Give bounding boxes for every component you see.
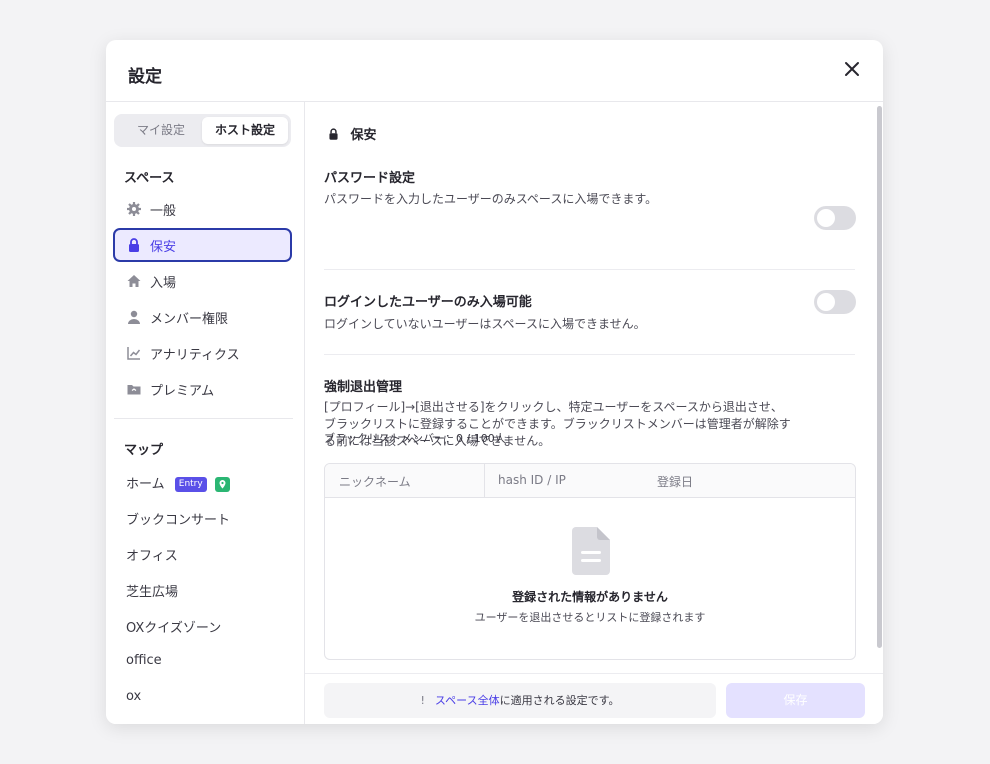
sidebar-item-label: プレミアム <box>150 384 215 399</box>
toggle-knob <box>817 209 835 227</box>
sidebar-item-analytics[interactable]: アナリティクス <box>113 336 292 370</box>
info-icon: ! <box>420 694 425 707</box>
table-header: ニックネーム hash ID / IP 登録日 <box>325 464 855 498</box>
password-setting-title: パスワード設定 <box>324 171 416 186</box>
folder-icon <box>127 385 141 395</box>
lock-icon <box>329 128 338 140</box>
tab-host-settings[interactable]: ホスト設定 <box>202 117 288 144</box>
page-title: 保安 <box>327 124 377 143</box>
column-header-hash-id: hash ID / IP <box>498 473 566 487</box>
login-only-desc: ログインしていないユーザーはスペースに入場できません。 <box>324 317 646 331</box>
close-button[interactable] <box>841 58 863 80</box>
scrollbar[interactable] <box>877 106 882 648</box>
password-setting-desc: パスワードを入力したユーザーのみスペースに入場できます。 <box>324 192 658 206</box>
map-item-office-jp[interactable]: オフィス <box>126 545 178 564</box>
map-pin-icon <box>219 480 226 489</box>
tab-my-settings[interactable]: マイ設定 <box>118 117 204 144</box>
empty-state-title: 登録された情報がありません <box>512 590 668 604</box>
sidebar-item-label: アナリティクス <box>150 348 240 363</box>
column-header-nickname: ニックネーム <box>339 475 411 489</box>
login-only-title: ログインしたユーザーのみ入場可能 <box>324 295 532 310</box>
modal-title: 設定 <box>128 67 162 87</box>
map-item-home[interactable]: ホーム Entry <box>126 473 230 492</box>
sidebar-item-member-permissions[interactable]: メンバー権限 <box>113 300 292 334</box>
lock-icon <box>129 238 139 252</box>
notice-text: に適用される設定です。 <box>499 694 620 707</box>
modal-footer: ! スペース全体に適用される設定です。 保存 <box>305 673 883 724</box>
map-item-label: ホーム <box>126 477 165 492</box>
scope-notice: ! スペース全体に適用される設定です。 <box>324 683 716 718</box>
sidebar-item-label: メンバー権限 <box>150 312 229 327</box>
chart-icon <box>127 347 141 360</box>
blacklist-count: ブラックリストメンバー：0 / 100人 <box>324 432 506 445</box>
kick-management-title: 強制退出管理 <box>324 380 403 395</box>
map-pin-badge <box>214 477 230 492</box>
sidebar-item-security[interactable]: 保安 <box>113 228 292 262</box>
entry-badge: Entry <box>174 477 207 492</box>
map-item-office[interactable]: office <box>126 653 162 668</box>
divider <box>324 269 855 270</box>
space-wide-link[interactable]: スペース全体 <box>435 694 500 707</box>
map-section-title: マップ <box>124 443 164 458</box>
password-toggle[interactable] <box>814 206 856 230</box>
map-item-ox[interactable]: ox <box>126 689 141 704</box>
settings-modal: 設定 マイ設定 ホスト設定 スペース 一般 保安 入場 メンバー権限 アナリティ… <box>106 40 883 724</box>
empty-state-desc: ユーザーを退出させるとリストに登録されます <box>474 611 706 624</box>
divider <box>324 354 855 355</box>
settings-scope-switch: マイ設定 ホスト設定 <box>114 114 291 147</box>
page-title-text: 保安 <box>350 128 377 143</box>
sidebar-item-label: 保安 <box>150 240 177 255</box>
save-button[interactable]: 保存 <box>726 683 865 718</box>
home-icon <box>127 275 141 287</box>
modal-header: 設定 <box>106 40 883 102</box>
login-only-toggle[interactable] <box>814 290 856 314</box>
sidebar-item-premium[interactable]: プレミアム <box>113 372 292 406</box>
sidebar-item-label: 入場 <box>150 276 177 291</box>
settings-main-panel: 保安 パスワード設定 パスワードを入力したユーザーのみスペースに入場できます。 … <box>305 102 883 724</box>
blacklist-table: ニックネーム hash ID / IP 登録日 登録された情報がありません ユー… <box>324 463 856 660</box>
map-item-book-concert[interactable]: ブックコンサート <box>126 509 230 528</box>
gear-icon <box>127 202 141 216</box>
toggle-knob <box>817 293 835 311</box>
sidebar-divider <box>114 418 293 419</box>
kick-desc-line: [プロフィール]→[退出させる]をクリックし、特定ユーザーをスペースから退出させ… <box>324 400 783 414</box>
sidebar-item-general[interactable]: 一般 <box>113 192 292 226</box>
user-icon <box>128 310 140 324</box>
close-icon <box>845 62 859 76</box>
map-item-lawn-plaza[interactable]: 芝生広場 <box>126 581 178 600</box>
sidebar: マイ設定 ホスト設定 スペース 一般 保安 入場 メンバー権限 アナリティクス … <box>106 102 305 724</box>
space-section-title: スペース <box>124 171 175 186</box>
column-header-date: 登録日 <box>657 475 694 489</box>
column-divider <box>484 464 485 497</box>
map-item-ox-quiz-zone[interactable]: OXクイズゾーン <box>126 617 221 636</box>
sidebar-item-entry[interactable]: 入場 <box>113 264 292 298</box>
document-icon <box>572 527 610 575</box>
sidebar-item-label: 一般 <box>150 204 177 219</box>
